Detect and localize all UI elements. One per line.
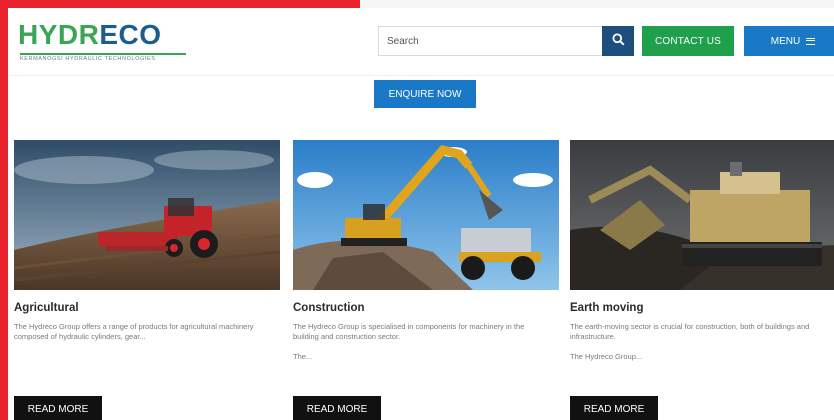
site-header: HYDRECO KERMANOGSI HYDRAULIC TECHNOLOGIE… <box>8 8 834 76</box>
menu-button[interactable]: MENU <box>744 26 834 56</box>
logo-word-end: ECO <box>99 19 162 50</box>
page-frame: HYDRECO KERMANOGSI HYDRAULIC TECHNOLOGIE… <box>8 8 834 420</box>
contact-us-button[interactable]: CONTACT US <box>642 26 734 56</box>
enquire-now-button[interactable]: ENQUIRE NOW <box>374 80 476 108</box>
card-excerpt-more: The Hydreco Group... <box>570 352 643 361</box>
hamburger-icon <box>806 37 816 45</box>
menu-label: MENU <box>770 35 801 47</box>
read-more-button[interactable]: READ MORE <box>570 396 658 420</box>
sector-card-earth-moving: Earth moving The earth-moving sector is … <box>570 140 834 420</box>
top-strip <box>360 0 834 8</box>
card-description: The Hydreco Group is specialised in comp… <box>293 322 525 341</box>
construction-image[interactable] <box>293 140 559 290</box>
search-input[interactable] <box>378 26 610 56</box>
card-description: The earth-moving sector is crucial for c… <box>570 322 810 341</box>
card-description: The Hydreco Group offers a range of prod… <box>14 322 254 341</box>
search-icon <box>612 33 625 49</box>
logo-word-start: HYDR <box>18 19 100 50</box>
card-excerpt-more: The... <box>293 352 313 361</box>
agricultural-image[interactable] <box>14 140 280 290</box>
read-more-button[interactable]: READ MORE <box>293 396 381 420</box>
read-more-button[interactable]: READ MORE <box>14 396 102 420</box>
card-title[interactable]: Agricultural <box>14 302 280 314</box>
card-title[interactable]: Construction <box>293 302 559 314</box>
sector-card-construction: Construction The Hydreco Group is specia… <box>293 140 559 420</box>
logo-tagline: KERMANOGSI HYDRAULIC TECHNOLOGIES <box>20 53 186 62</box>
search-button[interactable] <box>602 26 634 56</box>
card-title[interactable]: Earth moving <box>570 302 834 314</box>
hydreco-logo[interactable]: HYDRECO KERMANOGSI HYDRAULIC TECHNOLOGIE… <box>18 18 188 68</box>
logo-wordmark: HYDRECO <box>18 18 162 52</box>
sector-card-agricultural: Agricultural The Hydreco Group offers a … <box>14 140 280 420</box>
earth-moving-image[interactable] <box>570 140 834 290</box>
